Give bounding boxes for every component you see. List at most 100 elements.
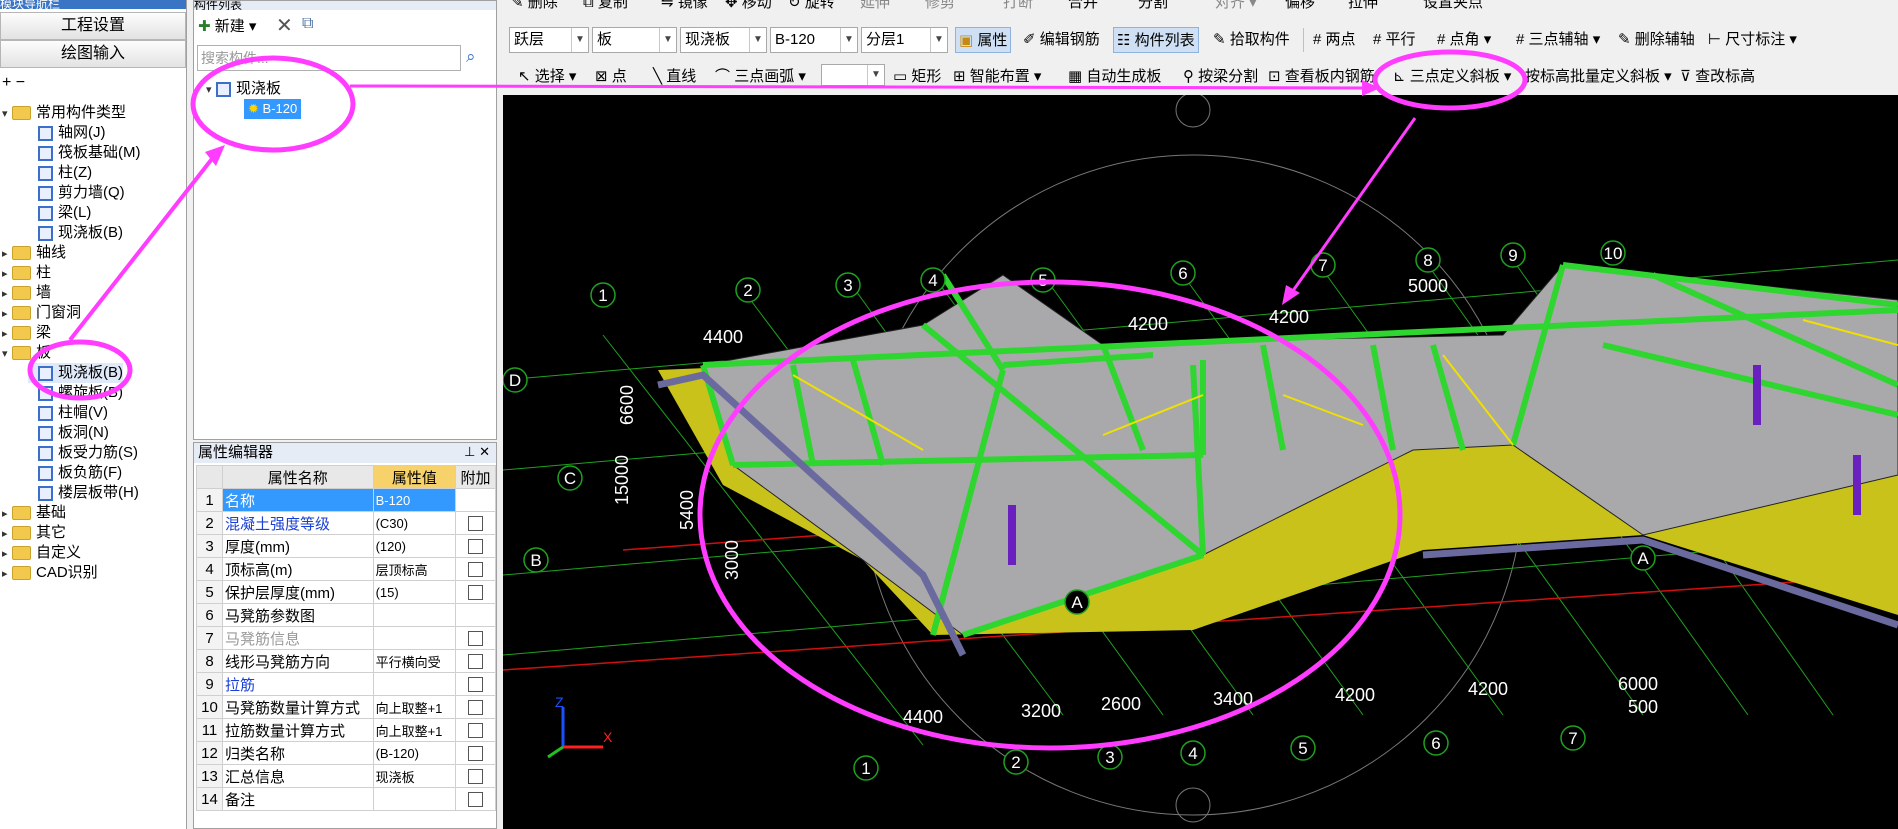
rotate-button[interactable]: ↻ 旋转 [788, 0, 835, 16]
property-row[interactable]: 12 归类名称 (B-120) [196, 741, 496, 765]
delete-button[interactable]: ✎ 删除 [511, 0, 558, 16]
three-point-slope-button[interactable]: ⊾ 三点定义斜板 ▾ [1393, 64, 1511, 90]
component-tree-root[interactable]: ▾ 现浇板 [206, 79, 281, 99]
property-value[interactable]: (15) [372, 580, 457, 604]
break-button[interactable]: 打断 [1003, 0, 1033, 16]
arc-option-select[interactable]: ▼ [821, 64, 885, 86]
nav-tree-item[interactable]: 现浇板(B) [28, 223, 123, 243]
nav-tree-item[interactable]: ▸ 轴线 [2, 243, 66, 263]
property-value[interactable]: 层顶标高 [372, 557, 457, 581]
two-point-button[interactable]: # 两点 [1313, 27, 1356, 53]
nav-tree-item[interactable]: ▸ CAD识别 [2, 563, 98, 583]
component-item-b120[interactable]: ✹ B-120 [244, 99, 302, 119]
nav-tree-item[interactable]: 轴网(J) [28, 123, 106, 143]
property-value[interactable]: (C30) [372, 511, 457, 535]
property-value[interactable]: 向上取整+1 [372, 718, 457, 742]
batch-slope-button[interactable]: 按标高批量定义斜板 ▾ [1525, 64, 1672, 90]
component-select[interactable]: B-120 ▼ [770, 27, 858, 53]
nav-tree-item[interactable]: 现浇板(B) [28, 363, 123, 383]
extend-button[interactable]: 延伸 [860, 0, 890, 16]
component-list-button[interactable]: ☷ 构件列表 [1113, 27, 1199, 53]
nav-tree-item[interactable]: ▸ 梁 [2, 323, 51, 343]
extra-cell[interactable] [455, 718, 496, 742]
view-rebar-button[interactable]: ⊡ 查看板内钢筋 [1268, 64, 1375, 90]
extra-cell[interactable] [455, 741, 496, 765]
property-button[interactable]: ▣ 属性 [955, 27, 1012, 53]
copy-button[interactable]: ⧉ 复制 [583, 0, 628, 16]
nav-tree-item[interactable]: ▸ 门窗洞 [2, 303, 81, 323]
split-by-beam-button[interactable]: ⚲ 按梁分割 [1183, 64, 1258, 90]
property-row[interactable]: 8 线形马凳筋方向 平行横向受 [196, 649, 496, 673]
nav-tree-item[interactable]: 梁(L) [28, 203, 91, 223]
property-value[interactable] [372, 787, 457, 811]
select-button[interactable]: ↖ 选择 ▾ [518, 64, 576, 90]
extra-cell[interactable] [455, 488, 496, 512]
nav-tree-item[interactable]: 筏板基础(M) [28, 143, 141, 163]
extra-checkbox[interactable] [468, 746, 484, 762]
point-button[interactable]: ⊠ 点 [595, 64, 627, 90]
auto-gen-slab-button[interactable]: ▦ 自动生成板 [1068, 64, 1161, 90]
search-icon[interactable]: ⌕ [466, 47, 476, 67]
expand-collapse-icon[interactable]: + − [2, 74, 25, 92]
3d-viewport[interactable]: 1 2 3 4 5 6 7 8 9 10 A B C D A 1 2 3 4 5 6 7 4400 4200 4200 5000 6… [503, 95, 1898, 829]
delete-icon[interactable]: ✕ [276, 13, 293, 38]
nav-tree-item[interactable]: 柱(Z) [28, 163, 92, 183]
extra-cell[interactable] [455, 649, 496, 673]
rect-button[interactable]: ▭ 矩形 [893, 64, 941, 90]
property-row[interactable]: 9 拉筋 [196, 672, 496, 696]
extra-checkbox[interactable] [468, 769, 484, 785]
point-angle-button[interactable]: # 点角 ▾ [1437, 27, 1491, 53]
layer-select[interactable]: 分层1 ▼ [861, 27, 948, 53]
property-value[interactable]: 向上取整+1 [372, 695, 457, 719]
project-settings-button[interactable]: 工程设置 [0, 12, 186, 40]
dimension-button[interactable]: ⊢ 尺寸标注 ▾ [1708, 27, 1797, 53]
nav-tree-item[interactable]: ▸ 基础 [2, 503, 66, 523]
property-row[interactable]: 14 备注 [196, 787, 496, 811]
offset-button[interactable]: 偏移 [1285, 0, 1315, 16]
property-value[interactable] [372, 626, 457, 650]
nav-tree-item[interactable]: ▸ 其它 [2, 523, 66, 543]
property-row[interactable]: 3 厚度(mm) (120) [196, 534, 496, 558]
extra-checkbox[interactable] [468, 562, 484, 578]
nav-tree-item[interactable]: ▸ 自定义 [2, 543, 81, 563]
property-value[interactable] [372, 672, 457, 696]
extra-cell[interactable] [455, 580, 496, 604]
property-row[interactable]: 5 保护层厚度(mm) (15) [196, 580, 496, 604]
property-value[interactable]: (120) [372, 534, 457, 558]
property-row[interactable]: 6 马凳筋参数图 [196, 603, 496, 627]
arc-button[interactable]: ⌒ 三点画弧 ▾ [715, 64, 806, 90]
nav-tree-item[interactable]: ▾ 常用构件类型 [2, 103, 126, 123]
extra-cell[interactable] [455, 764, 496, 788]
nav-tree-item[interactable]: 柱帽(V) [28, 403, 108, 423]
merge-button[interactable]: 合并 [1068, 0, 1098, 16]
extra-cell[interactable] [455, 672, 496, 696]
parallel-button[interactable]: # 平行 [1373, 27, 1416, 53]
extra-cell[interactable] [455, 557, 496, 581]
subtype-select[interactable]: 现浇板 ▼ [680, 27, 767, 53]
modify-elevation-button[interactable]: ⊽ 查改标高 [1680, 64, 1755, 90]
nav-tree-item[interactable]: ▾ 板 [2, 343, 51, 363]
nav-tree-item[interactable]: ▸ 柱 [2, 263, 51, 283]
property-value[interactable]: 平行横向受 [372, 649, 457, 673]
nav-tree-item[interactable]: 板受力筋(S) [28, 443, 138, 463]
delete-aux-button[interactable]: ✎ 删除辅轴 [1618, 27, 1695, 53]
property-row[interactable]: 10 马凳筋数量计算方式 向上取整+1 [196, 695, 496, 719]
nav-tree-item[interactable]: ▸ 墙 [2, 283, 51, 303]
smart-layout-button[interactable]: ⊞ 智能布置 ▾ [953, 64, 1041, 90]
extra-cell[interactable] [455, 787, 496, 811]
new-component-button[interactable]: ✚ 新建 ▾ [198, 15, 256, 39]
search-input[interactable]: 搜索构件... [197, 45, 461, 71]
stretch-button[interactable]: 拉伸 [1348, 0, 1378, 16]
nav-tree-item[interactable]: 螺旋板(B) [28, 383, 123, 403]
edit-rebar-button[interactable]: ✐ 编辑钢筋 [1023, 27, 1100, 53]
extra-cell[interactable] [455, 511, 496, 535]
set-grip-button[interactable]: 设置夹点 [1423, 0, 1483, 16]
nav-tree-item[interactable]: 楼层板带(H) [28, 483, 139, 503]
extra-checkbox[interactable] [468, 539, 484, 555]
type-select[interactable]: 板 ▼ [592, 27, 677, 53]
pin-close-icon[interactable]: ⊥ ✕ [464, 444, 490, 460]
property-row[interactable]: 11 拉筋数量计算方式 向上取整+1 [196, 718, 496, 742]
pick-component-button[interactable]: ✎ 拾取构件 [1213, 27, 1290, 53]
extra-cell[interactable] [455, 695, 496, 719]
extra-checkbox[interactable] [468, 700, 484, 716]
